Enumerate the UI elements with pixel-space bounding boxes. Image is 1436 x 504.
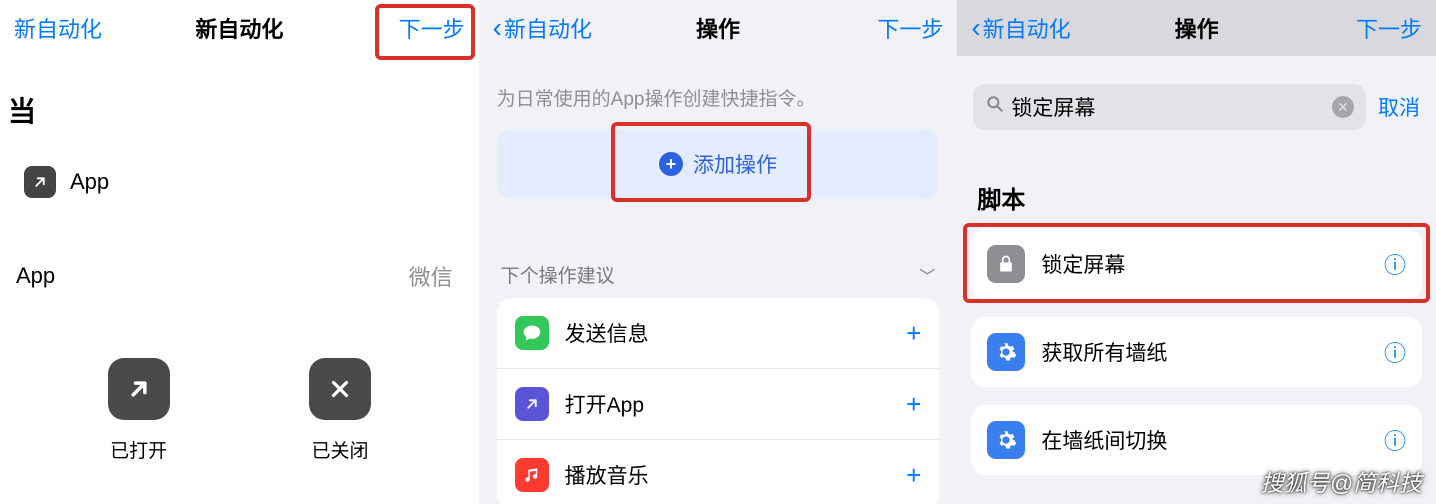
subtitle: 为日常使用的App操作创建快捷指令。 — [479, 56, 958, 129]
arrow-up-right-icon — [108, 358, 170, 420]
add-action-button[interactable]: + 添加操作 — [497, 129, 940, 199]
app-select-row[interactable]: App 微信 — [8, 244, 471, 308]
list-item[interactable]: 打开App + — [497, 369, 940, 440]
app-select-key: App — [16, 263, 55, 289]
search-row: ✕ 取消 — [957, 56, 1436, 130]
navbar-3: ‹新自动化 操作 下一步 — [957, 0, 1436, 56]
add-icon[interactable]: + — [906, 460, 921, 491]
nav-title-1: 新自动化 — [195, 12, 283, 44]
cancel-button[interactable]: 取消 — [1378, 92, 1420, 122]
nav-back-3[interactable]: ‹新自动化 — [971, 12, 1070, 44]
open-app-icon — [515, 387, 549, 421]
opened-label: 已打开 — [110, 436, 167, 463]
list-item[interactable]: 播放音乐 + — [497, 440, 940, 504]
nav-next-button-1[interactable]: 下一步 — [399, 12, 465, 44]
pane-right: ‹新自动化 操作 下一步 ✕ 取消 脚本 锁定屏幕 ⓘ 获取所有墙纸 ⓘ — [957, 0, 1436, 504]
info-icon[interactable]: ⓘ — [1384, 336, 1406, 368]
plus-circle-icon: + — [659, 152, 683, 176]
app-select-value: 微信 — [409, 260, 453, 292]
nav-title-2: 操作 — [696, 12, 740, 44]
search-icon — [985, 94, 1005, 120]
scripts-header: 脚本 — [957, 130, 1436, 229]
lock-icon — [987, 245, 1025, 283]
result-card-lock-screen[interactable]: 锁定屏幕 ⓘ — [971, 229, 1422, 299]
opened-button[interactable]: 已打开 — [108, 358, 170, 463]
app-row[interactable]: App — [8, 150, 471, 214]
app-open-icon — [24, 166, 56, 198]
list-item-label: 打开App — [565, 389, 906, 419]
suggestions-header: 下个操作建议 — [501, 261, 615, 288]
search-field[interactable]: ✕ — [973, 84, 1366, 130]
chevron-left-icon: ‹ — [971, 12, 980, 44]
watermark: 搜狐号@简科技 — [1261, 464, 1422, 498]
chevron-down-icon: ﹀ — [919, 263, 935, 287]
info-icon[interactable]: ⓘ — [1384, 248, 1406, 280]
navbar-2: ‹新自动化 操作 下一步 — [479, 0, 958, 56]
music-icon — [515, 458, 549, 492]
info-icon[interactable]: ⓘ — [1384, 424, 1406, 456]
when-header: 当 — [8, 56, 471, 150]
card-label: 锁定屏幕 — [1041, 249, 1384, 279]
list-item[interactable]: 发送信息 + — [497, 298, 940, 369]
pane-left: 新自动化 新自动化 下一步 当 App App 微信 已打开 — [0, 0, 479, 504]
add-icon[interactable]: + — [906, 318, 921, 349]
search-input[interactable] — [1011, 95, 1332, 119]
message-icon — [515, 316, 549, 350]
gear-icon — [987, 421, 1025, 459]
gear-icon — [987, 333, 1025, 371]
suggestions-header-row[interactable]: 下个操作建议 ﹀ — [479, 261, 958, 288]
suggestions-list: 发送信息 + 打开App + 播放音乐 + — [497, 298, 940, 504]
list-item-label: 播放音乐 — [565, 460, 906, 490]
chevron-left-icon: ‹ — [493, 12, 502, 44]
clear-icon[interactable]: ✕ — [1332, 96, 1354, 118]
card-label: 在墙纸间切换 — [1041, 425, 1384, 455]
closed-button[interactable]: 已关闭 — [309, 358, 371, 463]
nav-back-1[interactable]: 新自动化 — [14, 12, 102, 44]
nav-back-2[interactable]: ‹新自动化 — [493, 12, 592, 44]
result-card-get-wallpapers[interactable]: 获取所有墙纸 ⓘ — [971, 317, 1422, 387]
list-item-label: 发送信息 — [565, 318, 906, 348]
add-icon[interactable]: + — [906, 389, 921, 420]
nav-title-3: 操作 — [1175, 12, 1219, 44]
nav-next-button-2[interactable]: 下一步 — [877, 12, 943, 44]
nav-next-button-3[interactable]: 下一步 — [1356, 12, 1422, 44]
add-action-label: 添加操作 — [693, 149, 777, 179]
navbar-1: 新自动化 新自动化 下一步 — [0, 0, 479, 56]
close-x-icon — [309, 358, 371, 420]
pane-middle: ‹新自动化 操作 下一步 为日常使用的App操作创建快捷指令。 + 添加操作 下… — [479, 0, 958, 504]
app-row-label: App — [70, 169, 109, 195]
closed-label: 已关闭 — [311, 436, 368, 463]
card-label: 获取所有墙纸 — [1041, 337, 1384, 367]
